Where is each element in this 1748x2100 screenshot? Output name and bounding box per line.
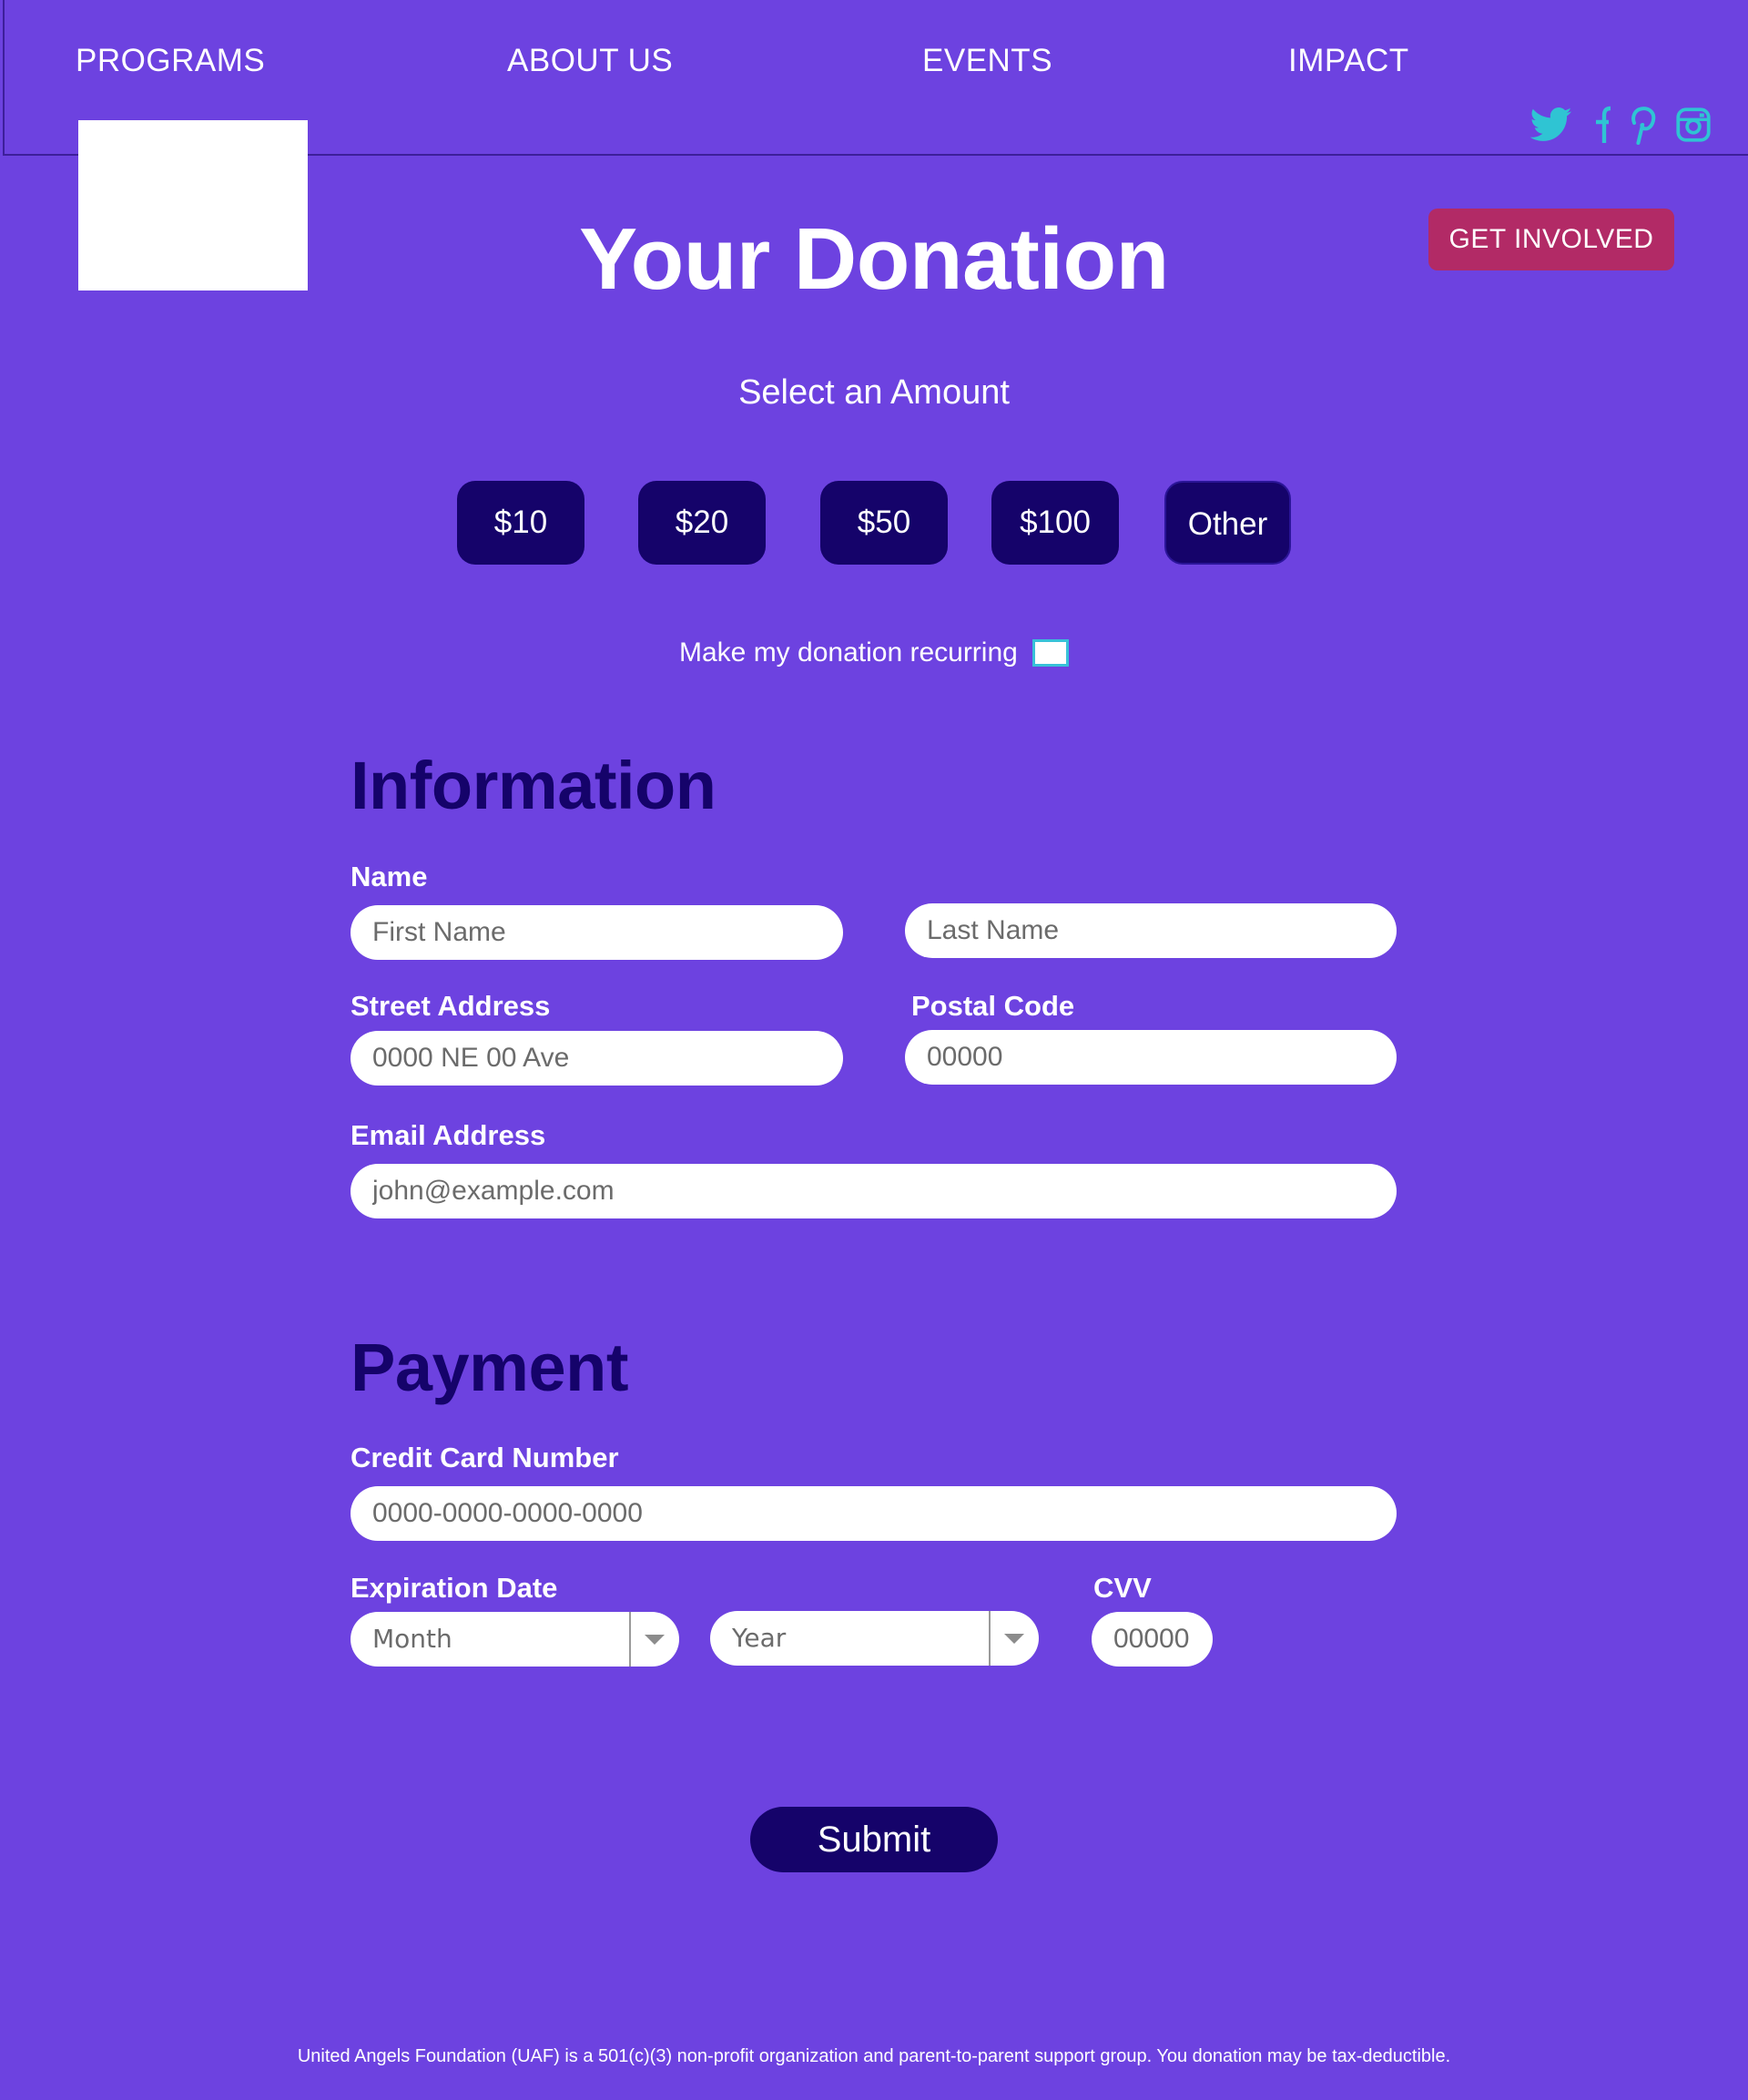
page-title: Your Donation bbox=[579, 210, 1169, 308]
year-select-value: Year bbox=[732, 1623, 787, 1653]
credit-card-label: Credit Card Number bbox=[351, 1442, 619, 1473]
twitter-icon[interactable] bbox=[1530, 103, 1573, 147]
amount-20-button[interactable]: $20 bbox=[638, 481, 766, 565]
nav-about-us[interactable]: ABOUT US bbox=[507, 40, 673, 82]
chevron-down-icon bbox=[645, 1635, 665, 1645]
amount-50-button[interactable]: $50 bbox=[820, 481, 948, 565]
recurring-label: Make my donation recurring bbox=[679, 637, 1018, 668]
facebook-icon[interactable] bbox=[1588, 103, 1613, 147]
nav-impact[interactable]: IMPACT bbox=[1288, 40, 1409, 82]
postal-code-label: Postal Code bbox=[911, 990, 1075, 1022]
postal-code-input[interactable] bbox=[905, 1030, 1397, 1085]
select-divider bbox=[629, 1612, 631, 1667]
credit-card-input[interactable] bbox=[351, 1486, 1397, 1541]
select-amount-subtitle: Select an Amount bbox=[738, 373, 1010, 412]
payment-heading: Payment bbox=[351, 1330, 628, 1405]
pinterest-icon[interactable] bbox=[1627, 103, 1658, 147]
expiration-month-select[interactable]: Month bbox=[351, 1612, 679, 1667]
amount-100-button[interactable]: $100 bbox=[991, 481, 1119, 565]
chevron-down-icon bbox=[1004, 1634, 1024, 1644]
information-heading: Information bbox=[351, 748, 716, 823]
last-name-input[interactable] bbox=[905, 903, 1397, 958]
submit-button[interactable]: Submit bbox=[750, 1807, 998, 1872]
email-address-label: Email Address bbox=[351, 1119, 546, 1151]
cvv-label: CVV bbox=[1093, 1572, 1152, 1604]
footer-disclaimer: United Angels Foundation (UAF) is a 501(… bbox=[297, 2046, 1451, 2066]
street-address-label: Street Address bbox=[351, 990, 551, 1022]
amount-other-button[interactable]: Other bbox=[1164, 481, 1291, 565]
select-divider bbox=[989, 1611, 991, 1666]
expiration-year-select[interactable]: Year bbox=[710, 1611, 1039, 1666]
nav-programs[interactable]: PROGRAMS bbox=[76, 40, 265, 82]
nav-events[interactable]: EVENTS bbox=[922, 40, 1052, 82]
cvv-input[interactable] bbox=[1092, 1612, 1213, 1667]
email-address-input[interactable] bbox=[351, 1164, 1397, 1218]
name-label: Name bbox=[351, 861, 428, 892]
street-address-input[interactable] bbox=[351, 1031, 843, 1086]
month-select-value: Month bbox=[372, 1624, 452, 1654]
expiration-date-label: Expiration Date bbox=[351, 1572, 558, 1604]
amount-10-button[interactable]: $10 bbox=[457, 481, 584, 565]
instagram-icon[interactable] bbox=[1675, 103, 1712, 147]
recurring-checkbox[interactable] bbox=[1032, 639, 1069, 667]
first-name-input[interactable] bbox=[351, 905, 843, 960]
